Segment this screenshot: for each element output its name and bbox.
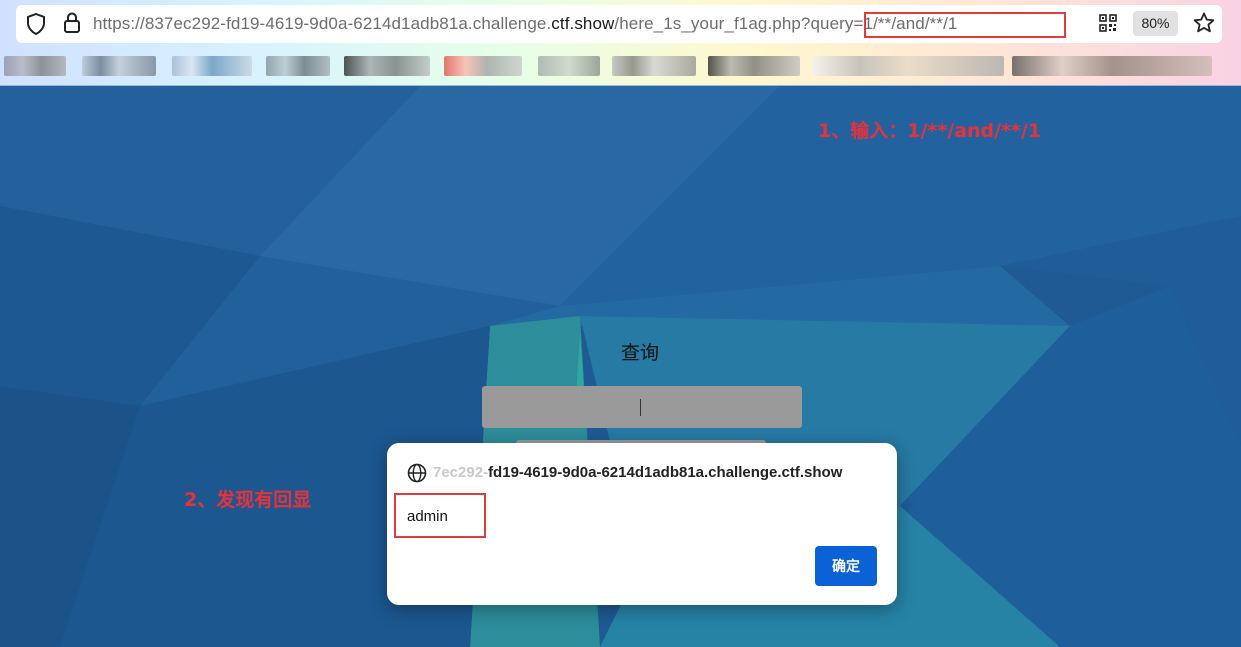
bookmark-item[interactable]	[344, 56, 430, 76]
url-path: /here_1s_your_f1ag.php?	[614, 14, 811, 33]
url-text[interactable]: https://837ec292-fd19-4619-9d0a-6214d1ad…	[93, 14, 957, 34]
text-caret	[640, 399, 641, 416]
globe-icon	[407, 463, 427, 483]
bookmark-item[interactable]	[4, 56, 66, 76]
bookmarks-bar	[4, 52, 1234, 80]
bookmark-item[interactable]	[172, 56, 252, 76]
url-prefix: https://837ec292-fd19-4619-9d0a-6214d1ad…	[93, 14, 552, 33]
dialog-origin: 7ec292-fd19-4619-9d0a-6214d1adb81a.chall…	[433, 464, 879, 481]
annotation-step2: 2、发现有回显	[184, 489, 312, 511]
bookmark-item[interactable]	[612, 56, 696, 76]
query-input[interactable]	[482, 386, 802, 428]
dialog-origin-host: fd19-4619-9d0a-6214d1adb81a.challenge.ct…	[488, 464, 843, 481]
bookmark-item[interactable]	[82, 56, 156, 76]
bookmark-item[interactable]	[444, 56, 522, 76]
bookmark-item[interactable]	[1012, 56, 1212, 76]
bookmark-item[interactable]	[812, 56, 1004, 76]
dialog-message: admin	[407, 508, 448, 525]
bookmark-item[interactable]	[538, 56, 600, 76]
bookmark-item[interactable]	[708, 56, 800, 76]
url-host: ctf.show	[551, 14, 615, 33]
annotation-step1: 1、输入：1/**/and/**/1	[818, 120, 1042, 142]
alert-dialog: 7ec292-fd19-4619-9d0a-6214d1adb81a.chall…	[387, 443, 897, 605]
lock-icon[interactable]	[62, 12, 82, 34]
shield-icon[interactable]	[26, 13, 46, 35]
url-query-highlight	[864, 12, 1066, 38]
zoom-level-badge[interactable]: 80%	[1133, 11, 1178, 36]
query-title: 查询	[620, 342, 659, 364]
ok-button[interactable]: 确定	[815, 546, 877, 586]
star-icon[interactable]	[1193, 12, 1215, 34]
bookmark-item[interactable]	[266, 56, 330, 76]
qr-code-icon[interactable]	[1099, 14, 1117, 32]
dialog-origin-faded: 7ec292-	[433, 464, 489, 481]
browser-toolbar: https://837ec292-fd19-4619-9d0a-6214d1ad…	[0, 0, 1241, 86]
